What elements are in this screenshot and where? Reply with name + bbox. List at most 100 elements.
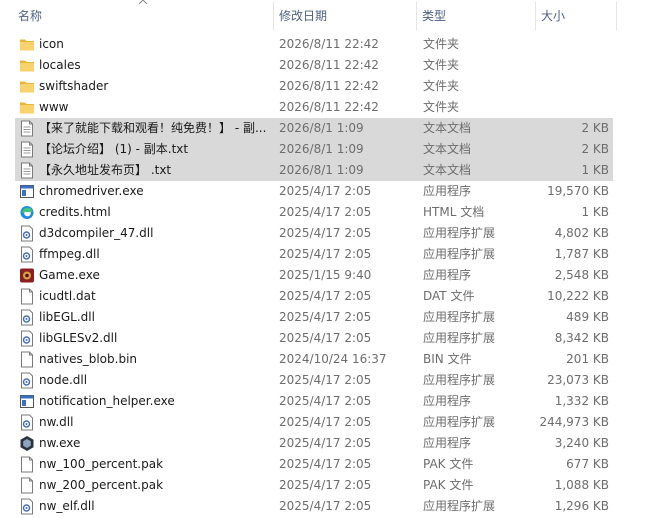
file-size: 23,073 KB	[547, 373, 609, 387]
file-row[interactable]: notification_helper.exe 2025/4/17 2:05 应用程…	[15, 391, 613, 412]
file-row[interactable]: chromedriver.exe 2025/4/17 2:05 应用程序 19,570…	[15, 181, 613, 202]
text-file-icon	[19, 141, 35, 158]
dll-gear-icon	[19, 372, 35, 389]
file-type: 文件夹	[423, 58, 460, 72]
file-type: 应用程序	[423, 436, 472, 450]
column-divider[interactable]	[616, 2, 617, 30]
column-header-size[interactable]: 大小	[535, 0, 617, 32]
file-name: nw.exe	[39, 436, 81, 450]
file-name: natives_blob.bin	[39, 352, 138, 366]
file-name: node.dll	[39, 373, 88, 387]
file-size: 201 KB	[566, 352, 609, 366]
file-name: locales	[39, 58, 81, 72]
file-type: 文件夹	[423, 37, 460, 51]
file-type: HTML 文档	[423, 205, 485, 219]
file-row[interactable]: www 2026/8/11 22:42 文件夹	[15, 97, 613, 118]
file-date: 2025/4/17 2:05	[279, 415, 372, 429]
file-size: 8,342 KB	[554, 331, 609, 345]
file-name: chromedriver.exe	[39, 184, 144, 198]
file-size: 489 KB	[566, 310, 609, 324]
file-type: DAT 文件	[423, 289, 475, 303]
file-date: 2025/4/17 2:05	[279, 436, 372, 450]
dll-gear-icon	[19, 330, 35, 347]
dll-gear-icon	[19, 414, 35, 431]
blank-file-icon	[19, 351, 35, 368]
file-type: 应用程序扩展	[423, 499, 496, 513]
file-row[interactable]: 【永久地址发布页】 .txt 2026/8/1 1:09 文本文档 1 KB	[15, 160, 613, 181]
file-name: 【永久地址发布页】 .txt	[39, 163, 172, 177]
file-name: nw.dll	[39, 415, 74, 429]
dll-gear-icon	[19, 246, 35, 263]
file-type: 应用程序扩展	[423, 226, 496, 240]
file-size: 4,802 KB	[554, 226, 609, 240]
file-date: 2025/4/17 2:05	[279, 226, 372, 240]
file-name: libGLESv2.dll	[39, 331, 118, 345]
file-row[interactable]: swiftshader 2026/8/11 22:42 文件夹	[15, 76, 613, 97]
file-date: 2025/4/17 2:05	[279, 457, 372, 471]
file-row[interactable]: d3dcompiler_47.dll 2025/4/17 2:05 应用程序扩展 4,…	[15, 223, 613, 244]
file-type: PAK 文件	[423, 457, 474, 471]
file-row[interactable]: nw_200_percent.pak 2025/4/17 2:05 PAK 文件 1,…	[15, 475, 613, 496]
file-row[interactable]: nw.exe 2025/4/17 2:05 应用程序 3,240 KB	[15, 433, 613, 454]
file-date: 2025/4/17 2:05	[279, 373, 372, 387]
file-name: credits.html	[39, 205, 111, 219]
file-name: icon	[39, 37, 64, 51]
file-date: 2024/10/24 16:37	[279, 352, 387, 366]
folder-icon	[19, 99, 35, 116]
file-row[interactable]: icon 2026/8/11 22:42 文件夹	[15, 34, 613, 55]
file-row[interactable]: Game.exe 2025/1/15 9:40 应用程序 2,548 KB	[15, 265, 613, 286]
file-row[interactable]: 【来了就能下载和观看！纯免费！】 - 副... 2026/8/1 1:09 文本文档…	[15, 118, 613, 139]
file-name: www	[39, 100, 69, 114]
blank-file-icon	[19, 288, 35, 305]
file-name: d3dcompiler_47.dll	[39, 226, 154, 240]
blank-file-icon	[19, 477, 35, 494]
column-header-type[interactable]: 类型	[416, 0, 536, 32]
dll-gear-icon	[19, 225, 35, 242]
file-name: Game.exe	[39, 268, 100, 282]
game-app-icon	[19, 267, 35, 284]
blank-file-icon	[19, 456, 35, 473]
file-row[interactable]: nw_100_percent.pak 2025/4/17 2:05 PAK 文件 67…	[15, 454, 613, 475]
file-row[interactable]: libGLESv2.dll 2025/4/17 2:05 应用程序扩展 8,342 K…	[15, 328, 613, 349]
file-type: 文件夹	[423, 100, 460, 114]
file-name: 【论坛介绍】 (1) - 副本.txt	[39, 142, 189, 156]
file-row[interactable]: node.dll 2025/4/17 2:05 应用程序扩展 23,073 KB	[15, 370, 613, 391]
column-header-date-label: 修改日期	[279, 9, 328, 23]
file-row[interactable]: locales 2026/8/11 22:42 文件夹	[15, 55, 613, 76]
file-size: 1,787 KB	[554, 247, 609, 261]
file-date: 2026/8/11 22:42	[279, 100, 379, 114]
exe-window-icon	[19, 393, 35, 410]
text-file-icon	[19, 120, 35, 137]
file-type: 应用程序扩展	[423, 331, 496, 345]
column-header-type-label: 类型	[422, 9, 447, 23]
file-row[interactable]: nw_elf.dll 2025/4/17 2:05 应用程序扩展 1,296 KB	[15, 496, 613, 517]
folder-icon	[19, 36, 35, 53]
file-row[interactable]: credits.html 2025/4/17 2:05 HTML 文档 1 KB	[15, 202, 613, 223]
nwjs-app-icon	[19, 435, 35, 452]
file-type: 文件夹	[423, 79, 460, 93]
file-row[interactable]: icudtl.dat 2025/4/17 2:05 DAT 文件 10,222 KB	[15, 286, 613, 307]
file-date: 2026/8/11 22:42	[279, 58, 379, 72]
column-header: 名称 修改日期 类型 大小	[0, 0, 667, 32]
text-file-icon	[19, 162, 35, 179]
file-size: 3,240 KB	[554, 436, 609, 450]
file-row[interactable]: libEGL.dll 2025/4/17 2:05 应用程序扩展 489 KB	[15, 307, 613, 328]
file-date: 2025/1/15 9:40	[279, 268, 372, 282]
file-type: BIN 文件	[423, 352, 472, 366]
file-row[interactable]: natives_blob.bin 2024/10/24 16:37 BIN 文件 20…	[15, 349, 613, 370]
column-header-date[interactable]: 修改日期	[273, 0, 417, 32]
file-row[interactable]: nw.dll 2025/4/17 2:05 应用程序扩展 244,973 KB	[15, 412, 613, 433]
file-row[interactable]: 【论坛介绍】 (1) - 副本.txt 2026/8/1 1:09 文本文档 2 KB	[15, 139, 613, 160]
sort-ascending-icon	[138, 0, 148, 5]
file-name: nw_elf.dll	[39, 499, 95, 513]
file-name: nw_100_percent.pak	[39, 457, 164, 471]
file-name: ffmpeg.dll	[39, 247, 100, 261]
file-name: icudtl.dat	[39, 289, 96, 303]
file-type: 文本文档	[423, 142, 472, 156]
file-date: 2025/4/17 2:05	[279, 247, 372, 261]
exe-window-icon	[19, 183, 35, 200]
file-size	[535, 55, 609, 76]
file-date: 2025/4/17 2:05	[279, 478, 372, 492]
file-row[interactable]: ffmpeg.dll 2025/4/17 2:05 应用程序扩展 1,787 KB	[15, 244, 613, 265]
file-type: 文本文档	[423, 121, 472, 135]
